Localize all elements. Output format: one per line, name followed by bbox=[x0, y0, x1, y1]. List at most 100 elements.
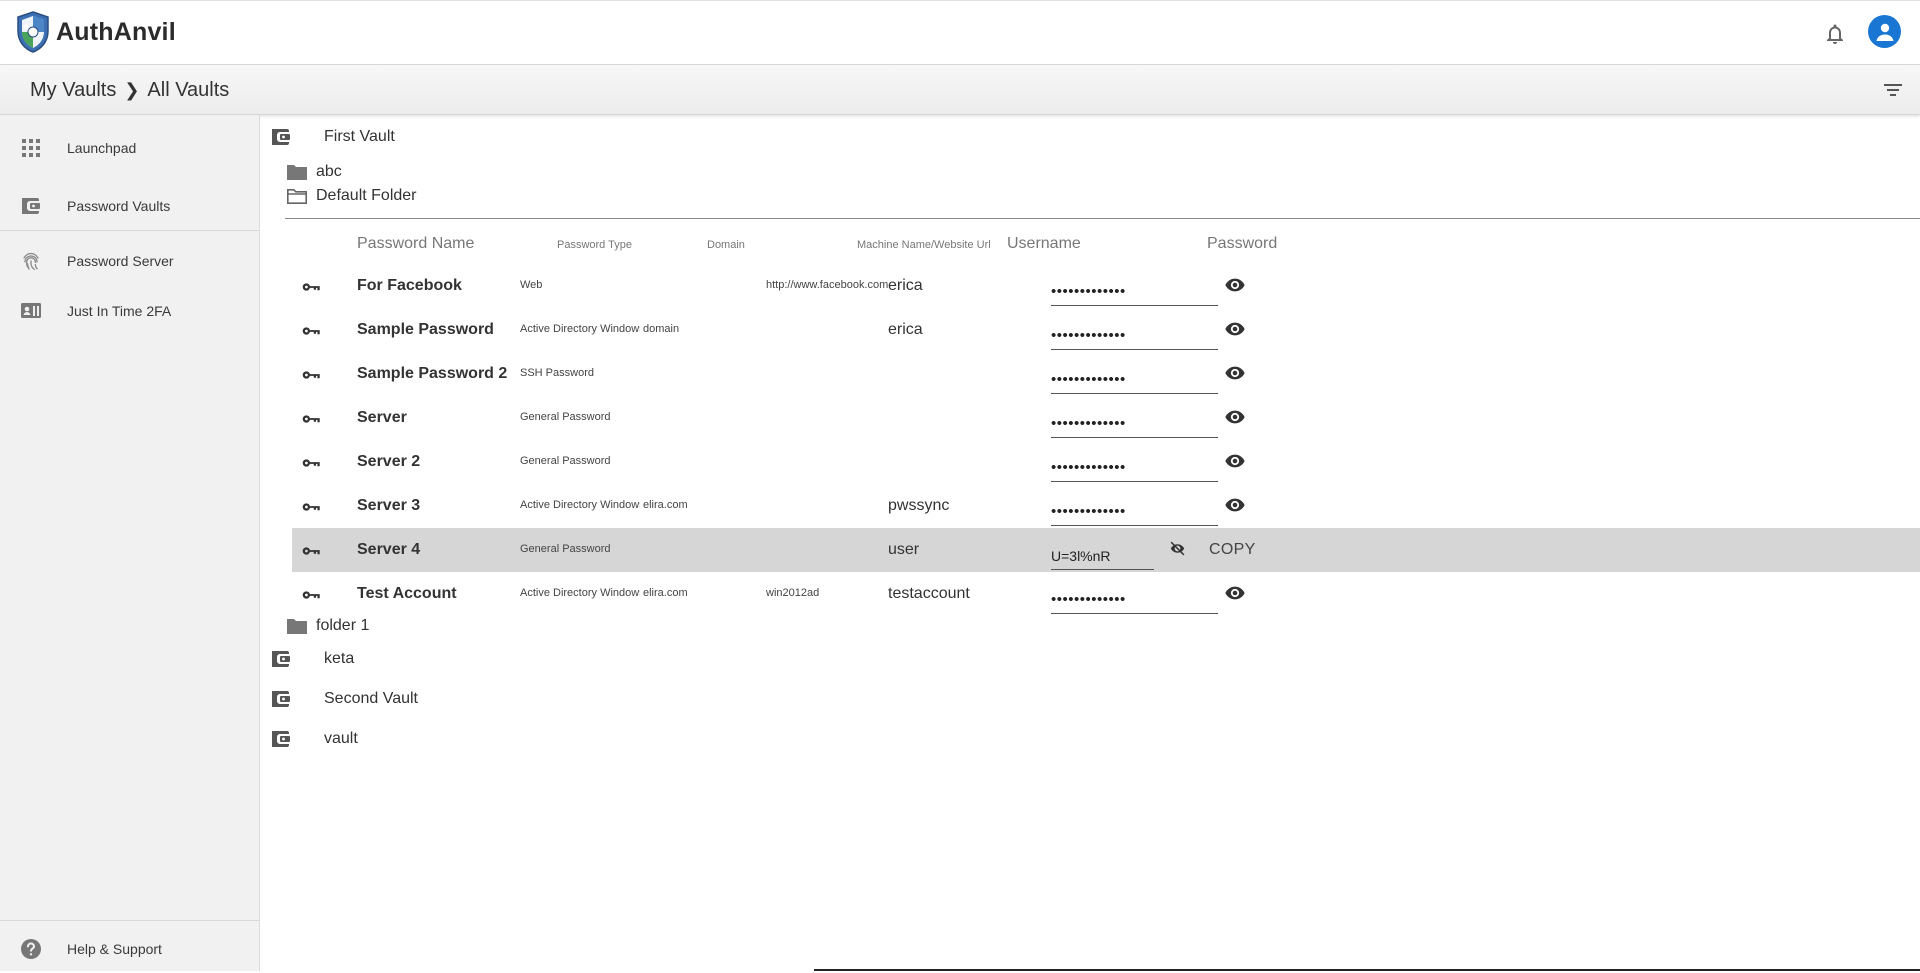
table-row[interactable]: Sample Password Active Directory Windows… bbox=[292, 308, 1920, 352]
fingerprint-icon bbox=[23, 252, 39, 271]
column-header-type[interactable]: Password Type bbox=[557, 239, 632, 251]
breadcrumb: My Vaults ❯ All Vaults bbox=[30, 79, 229, 102]
password-type: General Password bbox=[520, 411, 611, 423]
copy-button[interactable]: COPY bbox=[1209, 541, 1256, 559]
account-avatar[interactable] bbox=[1868, 15, 1901, 48]
breadcrumb-bar: My Vaults ❯ All Vaults bbox=[0, 65, 1920, 115]
key-icon bbox=[302, 283, 320, 291]
table-row[interactable]: Sample Password 2 SSH Password •••••••••… bbox=[292, 352, 1920, 396]
password-field[interactable]: ••••••••••••• bbox=[1051, 361, 1218, 394]
password-name: Server 4 bbox=[357, 541, 421, 558]
vault-keta[interactable]: keta bbox=[270, 644, 354, 674]
password-type: SSH Password bbox=[520, 367, 594, 379]
eye-icon[interactable] bbox=[1224, 450, 1246, 472]
wallet-icon bbox=[272, 651, 290, 667]
folder-name: Default Folder bbox=[316, 187, 417, 204]
password-type: Web bbox=[520, 279, 543, 291]
eye-icon[interactable] bbox=[1224, 274, 1246, 296]
password-name: Sample Password bbox=[357, 321, 494, 338]
wallet-icon bbox=[22, 198, 40, 214]
eye-icon[interactable] bbox=[1224, 318, 1246, 340]
domain: elira.com bbox=[643, 499, 688, 511]
column-header-name[interactable]: Password Name bbox=[357, 235, 474, 253]
password-field[interactable]: U=3l%nR bbox=[1051, 537, 1154, 570]
top-app-bar: AuthAnvil bbox=[0, 0, 1920, 65]
sidebar-item-just-in-time-2fa[interactable]: Just In Time 2FA bbox=[0, 287, 259, 335]
sidebar-item-help-support[interactable]: Help & Support bbox=[0, 925, 259, 973]
sidebar-item-label: Password Server bbox=[67, 253, 174, 269]
password-name: Server 3 bbox=[357, 497, 421, 514]
column-header-domain[interactable]: Domain bbox=[707, 239, 745, 251]
password-field[interactable]: ••••••••••••• bbox=[1051, 273, 1218, 306]
eye-icon[interactable] bbox=[1224, 494, 1246, 516]
table-row[interactable]: Server General Password ••••••••••••• bbox=[292, 396, 1920, 440]
table-row[interactable]: Test Account Active Directory Windows ..… bbox=[292, 572, 1920, 616]
folder-name: abc bbox=[316, 163, 342, 180]
vault-name: keta bbox=[324, 650, 355, 667]
table-row-selected[interactable]: Server 4 General Password user U=3l%nR C… bbox=[292, 528, 1920, 572]
sidebar-item-password-vaults[interactable]: Password Vaults bbox=[0, 182, 259, 230]
machine-url: win2012ad bbox=[766, 587, 820, 599]
breadcrumb-root[interactable]: My Vaults bbox=[30, 79, 116, 102]
password-type: General Password bbox=[520, 543, 611, 555]
vault-vault[interactable]: vault bbox=[270, 724, 358, 754]
key-icon bbox=[302, 415, 320, 423]
brand-name: AuthAnvil bbox=[56, 17, 176, 46]
folder-open-outline-icon bbox=[287, 189, 307, 204]
domain: domain bbox=[643, 323, 680, 335]
password-name: For Facebook bbox=[357, 277, 462, 294]
key-icon bbox=[302, 503, 320, 511]
sidebar-item-label: Password Vaults bbox=[67, 198, 171, 214]
sidebar-item-password-server[interactable]: Password Server bbox=[0, 237, 259, 285]
sidebar: Launchpad Password Vaults Password Serve… bbox=[0, 115, 260, 971]
apps-grid-icon bbox=[22, 139, 40, 157]
key-icon bbox=[302, 591, 320, 599]
password-field[interactable]: ••••••••••••• bbox=[1051, 493, 1218, 526]
domain: elira.com bbox=[643, 587, 688, 599]
sidebar-item-label: Launchpad bbox=[67, 140, 137, 156]
sidebar-divider bbox=[0, 230, 259, 231]
key-icon bbox=[302, 547, 320, 555]
table-row[interactable]: Server 3 Active Directory Windows ... el… bbox=[292, 484, 1920, 528]
key-icon bbox=[302, 459, 320, 467]
filter-list-icon[interactable] bbox=[1882, 80, 1904, 100]
wallet-icon bbox=[272, 129, 290, 145]
key-icon bbox=[302, 327, 320, 335]
folder-default-folder[interactable]: Default Folder bbox=[286, 184, 417, 208]
app-logo[interactable]: AuthAnvil bbox=[16, 11, 176, 53]
username: user bbox=[888, 541, 920, 558]
key-icon bbox=[302, 371, 320, 379]
password-field[interactable]: ••••••••••••• bbox=[1051, 317, 1218, 350]
eye-icon[interactable] bbox=[1224, 406, 1246, 428]
password-field[interactable]: ••••••••••••• bbox=[1051, 405, 1218, 438]
password-field[interactable]: ••••••••••••• bbox=[1051, 581, 1218, 614]
folder-abc[interactable]: abc bbox=[286, 160, 342, 184]
folder-icon bbox=[287, 165, 307, 180]
table-divider bbox=[285, 218, 1920, 219]
folder-name: folder 1 bbox=[316, 617, 370, 634]
password-type: Active Directory Windows ... bbox=[520, 587, 640, 599]
eye-off-icon[interactable] bbox=[1169, 540, 1186, 557]
username: erica bbox=[888, 277, 923, 294]
password-type: General Password bbox=[520, 455, 611, 467]
table-row[interactable]: For Facebook Web http://www.facebook.com… bbox=[292, 264, 1920, 308]
folder-icon bbox=[287, 619, 307, 634]
folder-folder-1[interactable]: folder 1 bbox=[286, 614, 369, 638]
eye-icon[interactable] bbox=[1224, 362, 1246, 384]
column-header-username[interactable]: Username bbox=[1007, 235, 1081, 253]
vault-second-vault[interactable]: Second Vault bbox=[270, 684, 418, 714]
wallet-icon bbox=[272, 691, 290, 707]
id-card-icon bbox=[21, 303, 41, 318]
bell-icon[interactable] bbox=[1823, 22, 1847, 46]
password-name: Server bbox=[357, 409, 407, 426]
vault-first-vault[interactable]: First Vault bbox=[270, 122, 395, 152]
table-row[interactable]: Server 2 General Password ••••••••••••• bbox=[292, 440, 1920, 484]
vault-name: Second Vault bbox=[324, 690, 418, 707]
eye-icon[interactable] bbox=[1224, 582, 1246, 604]
column-header-url[interactable]: Machine Name/Website Url bbox=[857, 239, 991, 251]
sidebar-item-launchpad[interactable]: Launchpad bbox=[0, 124, 259, 172]
column-header-password[interactable]: Password bbox=[1207, 235, 1277, 253]
password-field[interactable]: ••••••••••••• bbox=[1051, 449, 1218, 482]
vault-name: First Vault bbox=[324, 128, 395, 145]
vault-content: First Vault abc Default Folder Password … bbox=[262, 115, 1920, 971]
